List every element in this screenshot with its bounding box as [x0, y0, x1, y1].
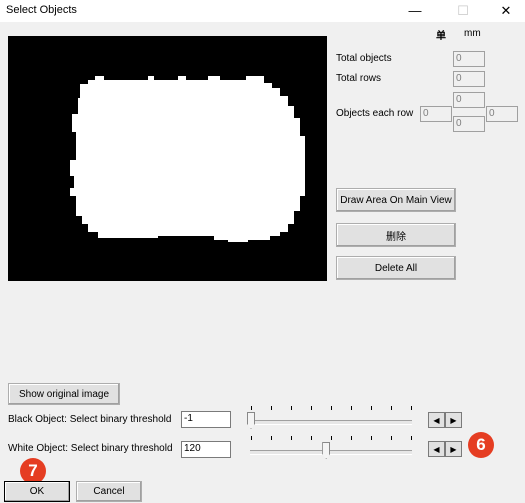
cancel-button[interactable]: Cancel: [76, 481, 142, 502]
slider-tick: [331, 436, 332, 440]
black-decrease-button[interactable]: ◀: [428, 412, 445, 428]
slider-tick: [351, 436, 352, 440]
slider-tick: [291, 406, 292, 410]
black-slider-track: [250, 420, 412, 425]
left-arrow-icon: ◀: [433, 444, 440, 454]
left-arrow-icon: ◀: [433, 415, 440, 425]
slider-tick: [371, 436, 372, 440]
ok-button[interactable]: OK: [4, 481, 70, 502]
slider-tick: [351, 406, 352, 410]
white-increase-button[interactable]: ▶: [445, 441, 462, 457]
white-threshold-input[interactable]: 120: [181, 441, 231, 458]
slider-tick: [411, 406, 412, 410]
minimize-button[interactable]: —: [403, 2, 427, 20]
slider-tick: [271, 436, 272, 440]
objects-each-row-right-field: 0: [486, 106, 518, 122]
total-objects-label: Total objects: [336, 53, 392, 64]
white-slider-thumb[interactable]: [322, 442, 331, 459]
slider-tick: [391, 406, 392, 410]
objects-each-row-top-field: 0: [453, 92, 485, 108]
unit-label-piece: 单: [436, 31, 446, 42]
draw-area-button[interactable]: Draw Area On Main View: [336, 188, 456, 212]
title-bar: [0, 0, 525, 22]
slider-tick: [291, 436, 292, 440]
right-arrow-icon: ▶: [450, 444, 457, 454]
total-rows-field: 0: [453, 71, 485, 87]
black-increase-button[interactable]: ▶: [445, 412, 462, 428]
right-arrow-icon: ▶: [450, 415, 457, 425]
slider-tick: [391, 436, 392, 440]
slider-tick: [251, 406, 252, 410]
delete-button[interactable]: 删除: [336, 223, 456, 247]
binary-preview-image: [8, 36, 327, 281]
slider-tick: [271, 406, 272, 410]
close-button[interactable]: ✕: [494, 2, 518, 20]
white-threshold-slider[interactable]: [247, 435, 414, 459]
slider-tick: [311, 406, 312, 410]
slider-tick: [311, 436, 312, 440]
white-threshold-label: White Object: Select binary threshold: [8, 443, 173, 454]
white-decrease-button[interactable]: ◀: [428, 441, 445, 457]
objects-each-row-left-field: 0: [420, 106, 452, 122]
slider-tick: [411, 436, 412, 440]
black-threshold-label: Black Object: Select binary threshold: [8, 414, 172, 425]
maximize-button: ☐: [457, 3, 469, 18]
window-title: Select Objects: [6, 4, 77, 16]
white-slider-track: [250, 450, 412, 455]
unit-label-mm: mm: [464, 28, 481, 39]
step-badge-6: 6: [468, 432, 494, 458]
black-slider-thumb[interactable]: [247, 412, 255, 429]
total-objects-field: 0: [453, 51, 485, 67]
objects-each-row-center-field: 0: [453, 116, 485, 132]
slider-tick: [331, 406, 332, 410]
slider-tick: [251, 436, 252, 440]
black-threshold-input[interactable]: -1: [181, 411, 231, 428]
black-threshold-slider[interactable]: [247, 405, 414, 429]
objects-each-row-label: Objects each row: [336, 108, 414, 119]
show-original-image-button[interactable]: Show original image: [8, 383, 120, 405]
total-rows-label: Total rows: [336, 73, 382, 84]
delete-all-button[interactable]: Delete All: [336, 256, 456, 280]
slider-tick: [371, 406, 372, 410]
